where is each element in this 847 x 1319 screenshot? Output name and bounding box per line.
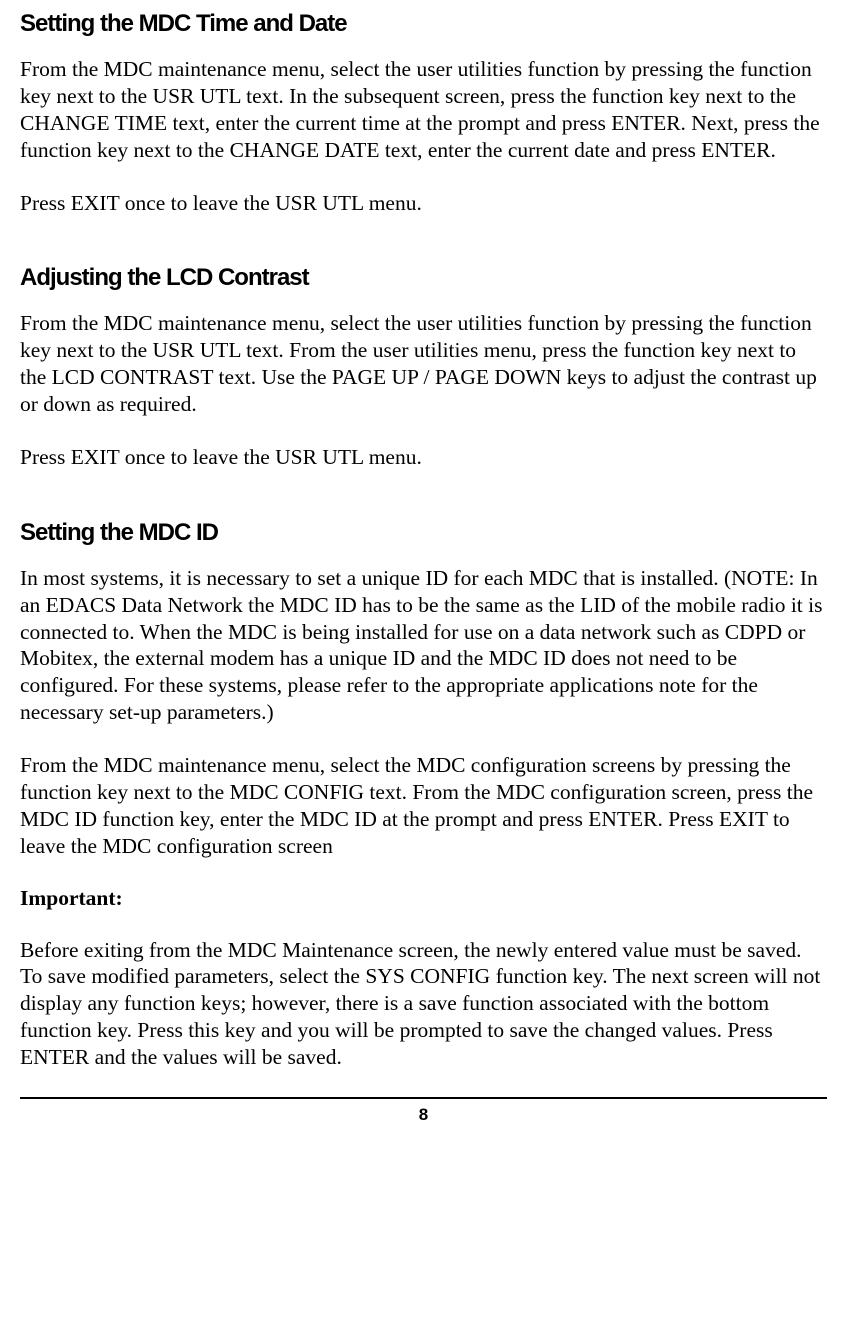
important-label: Important: [20,886,827,911]
body-paragraph: From the MDC maintenance menu, select th… [20,752,827,860]
section-heading: Adjusting the LCD Contrast [20,264,827,292]
page-number: 8 [20,1105,827,1125]
body-paragraph: From the MDC maintenance menu, select th… [20,310,827,418]
section-heading: Setting the MDC ID [20,519,827,547]
body-paragraph: Press EXIT once to leave the USR UTL men… [20,444,827,471]
body-paragraph: From the MDC maintenance menu, select th… [20,56,827,164]
section-gap [20,497,827,519]
document-page: Setting the MDC Time and Date From the M… [0,0,847,1145]
section-heading: Setting the MDC Time and Date [20,10,827,38]
section-gap [20,242,827,264]
body-paragraph: In most systems, it is necessary to set … [20,565,827,726]
body-paragraph: Press EXIT once to leave the USR UTL men… [20,190,827,217]
body-paragraph: Before exiting from the MDC Maintenance … [20,937,827,1071]
footer-rule [20,1097,827,1099]
